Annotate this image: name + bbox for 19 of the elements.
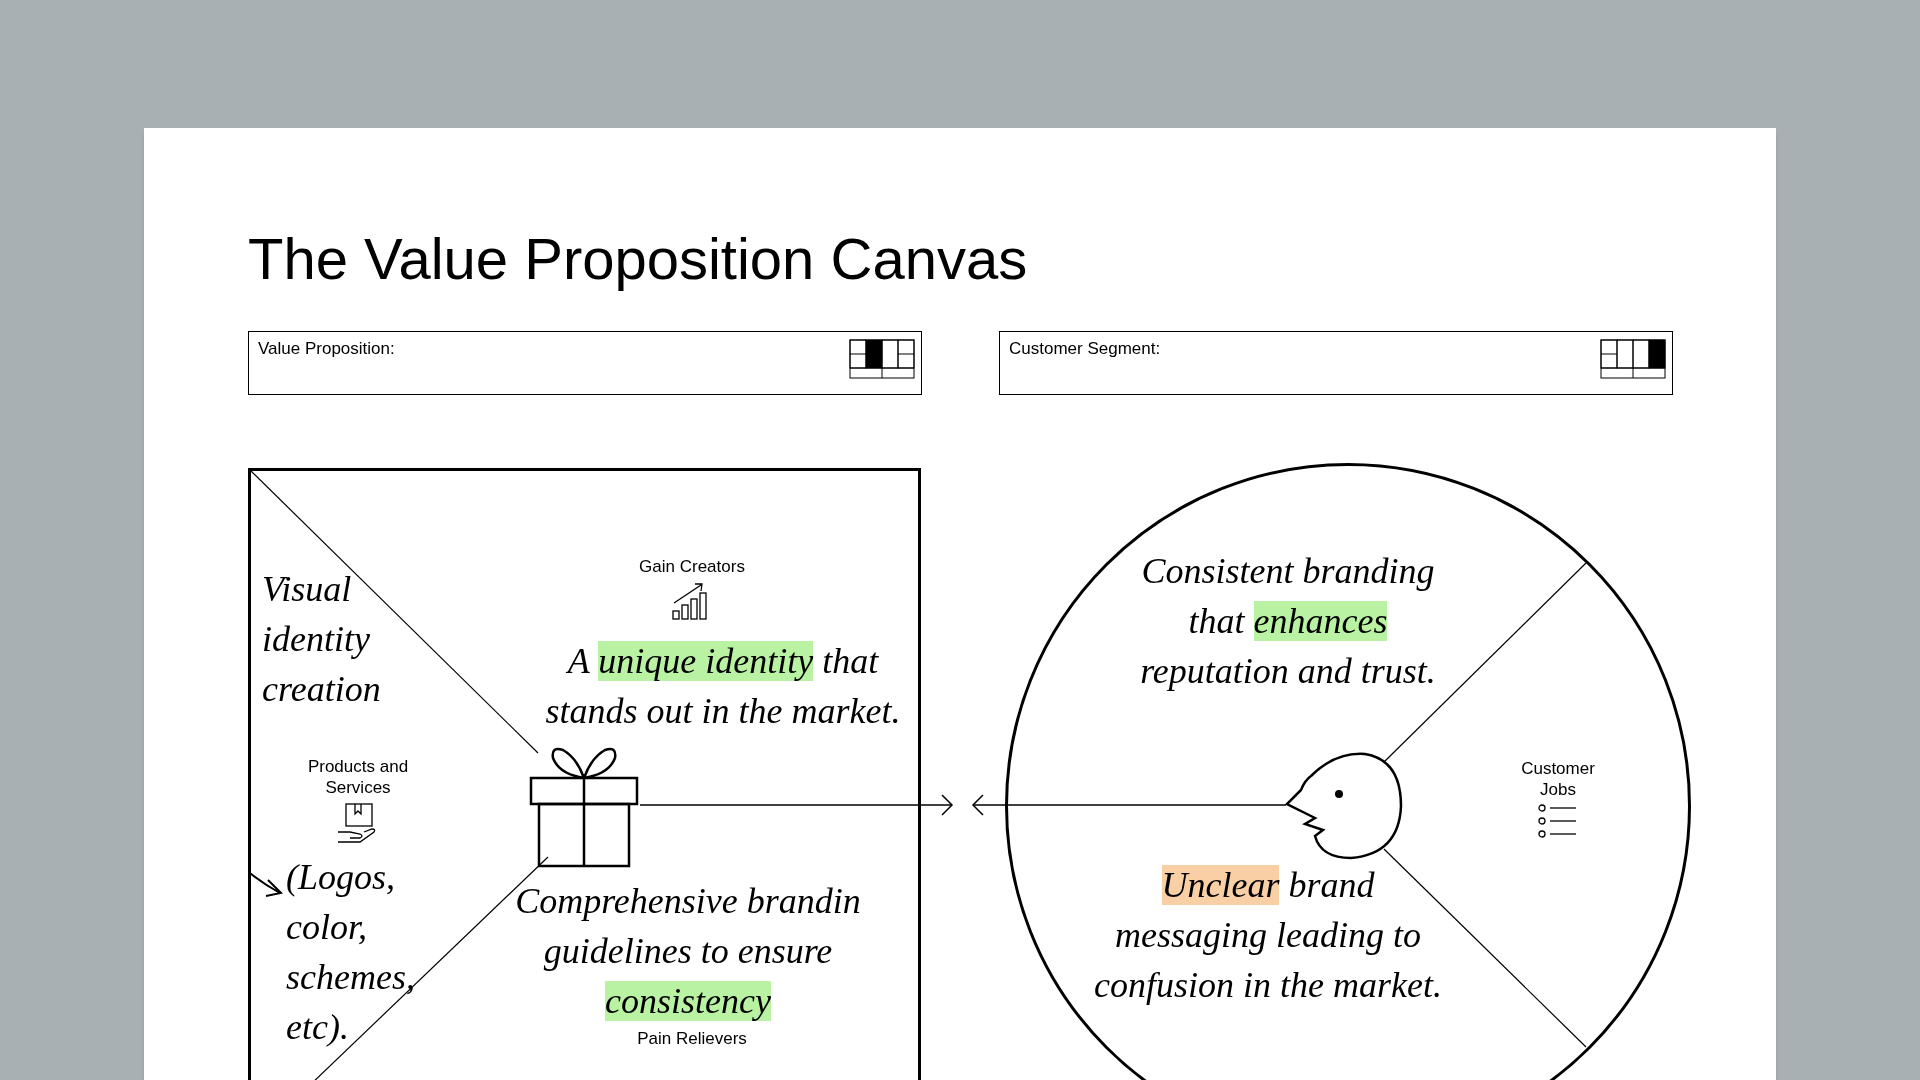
field-label: Value Proposition:	[258, 339, 395, 359]
section-label: Pain Relievers	[637, 1028, 747, 1049]
handwritten-note: A unique identity that stands out in the market.	[544, 640, 902, 733]
canvas-grid-icon	[1600, 339, 1666, 379]
handwritten-note: (Logos, color, schemes, etc).	[286, 856, 416, 1049]
handwritten-note: Comprehensive brandin guidelines to ensure consistency	[514, 880, 862, 1023]
section-label: Products and Services	[306, 756, 410, 798]
page-title: The Value Proposition Canvas	[248, 225, 1029, 293]
list-icon	[1538, 804, 1578, 838]
handwritten-note: Unclear brand messaging leading to confusion in the market.	[1093, 864, 1443, 1007]
field-label: Customer Segment:	[1009, 339, 1161, 359]
canvas-grid-icon	[849, 339, 915, 379]
handwritten-note: Consistent branding that enhances reputation and trust.	[1139, 550, 1437, 693]
section-label: Customer Jobs	[1520, 758, 1596, 800]
handwritten-note: Visual identity creation	[262, 568, 382, 711]
face-icon	[1285, 750, 1403, 862]
header-field[interactable]: Customer Segment:	[999, 331, 1673, 395]
header-field[interactable]: Value Proposition:	[248, 331, 922, 395]
section-label: Gain Creators	[638, 556, 746, 577]
